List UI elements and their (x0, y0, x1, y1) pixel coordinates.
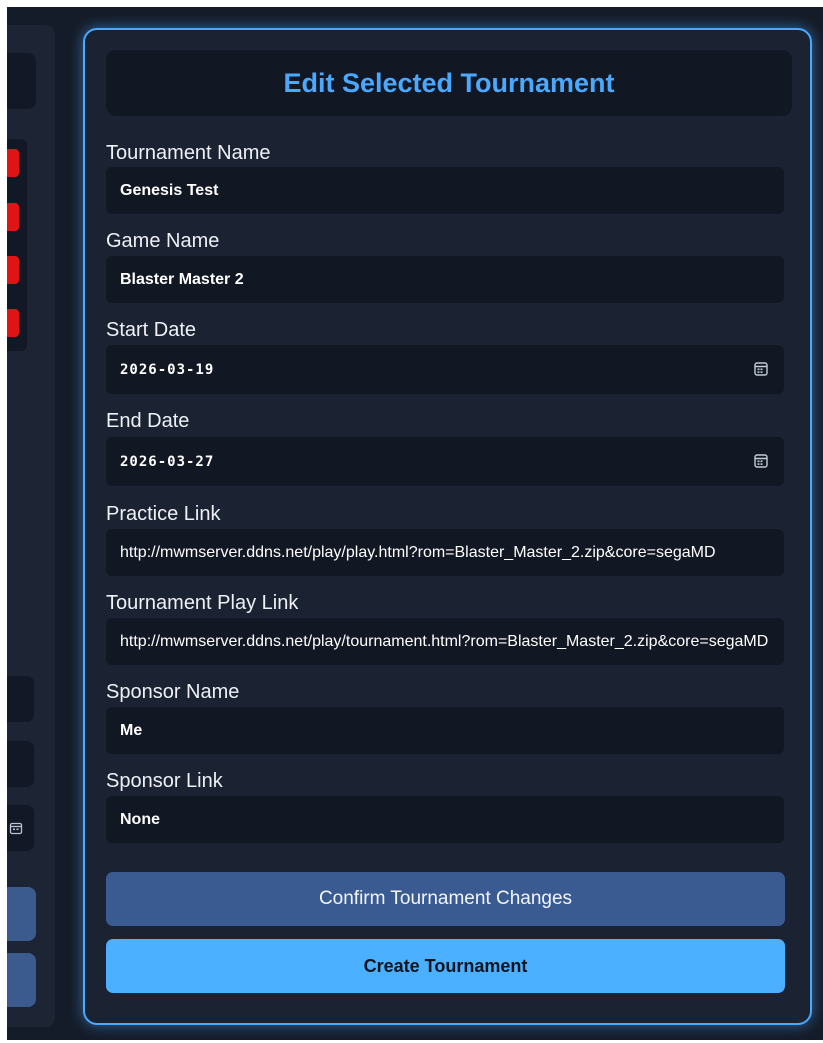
calendar-icon[interactable] (754, 453, 768, 468)
game-name-value: Blaster Master 2 (120, 270, 244, 288)
game-name-label: Game Name (106, 230, 220, 252)
sponsor-link-label: Sponsor Link (106, 770, 223, 792)
tournament-play-link-input[interactable]: http://mwmserver.ddns.net/play/tournamen… (106, 618, 784, 665)
list-panel-button[interactable] (7, 887, 36, 941)
sponsor-link-input[interactable]: None (106, 796, 784, 843)
confirm-changes-button[interactable]: Confirm Tournament Changes (106, 872, 785, 926)
end-date-label: End Date (106, 410, 190, 432)
sponsor-name-value: Me (120, 721, 143, 739)
practice-link-value: http://mwmserver.ddns.net/play/play.html… (120, 543, 716, 561)
game-name-input[interactable]: Blaster Master 2 (106, 256, 784, 303)
end-date-value: 2026-03-27 (120, 453, 215, 470)
tournament-name-input[interactable]: Genesis Test (106, 167, 784, 214)
practice-link-label: Practice Link (106, 503, 221, 525)
sponsor-link-value: None (120, 810, 160, 828)
tournament-list-panel (7, 25, 55, 1027)
list-panel-header (7, 53, 36, 109)
start-date-label: Start Date (106, 319, 197, 341)
create-form-input[interactable] (7, 676, 34, 722)
tournament-play-link-value: http://mwmserver.ddns.net/play/tournamen… (120, 632, 769, 650)
end-date-input[interactable]: 2026-03-27 (106, 437, 784, 486)
app-background: Edit Selected Tournament Tournament Name… (7, 7, 823, 1040)
create-form-date-input[interactable] (7, 805, 34, 851)
delete-button[interactable] (7, 309, 19, 337)
delete-button[interactable] (7, 203, 19, 231)
start-date-value: 2026-03-19 (120, 361, 215, 378)
list-panel-button[interactable] (7, 953, 36, 1007)
practice-link-input[interactable]: http://mwmserver.ddns.net/play/play.html… (106, 529, 784, 576)
page-title: Edit Selected Tournament (283, 67, 615, 98)
card-header: Edit Selected Tournament (106, 50, 792, 116)
edit-tournament-card: Edit Selected Tournament Tournament Name… (83, 28, 812, 1025)
delete-button[interactable] (7, 149, 19, 177)
tournament-play-link-label: Tournament Play Link (106, 592, 299, 614)
tournament-name-label: Tournament Name (106, 142, 271, 164)
sponsor-name-input[interactable]: Me (106, 707, 784, 754)
sponsor-name-label: Sponsor Name (106, 681, 240, 703)
create-form-input[interactable] (7, 741, 34, 787)
tournament-list (7, 139, 27, 351)
delete-button[interactable] (7, 256, 19, 284)
start-date-input[interactable]: 2026-03-19 (106, 345, 784, 394)
create-tournament-button[interactable]: Create Tournament (106, 939, 785, 993)
calendar-icon[interactable] (754, 361, 768, 376)
tournament-name-value: Genesis Test (120, 181, 219, 199)
calendar-icon[interactable] (9, 821, 23, 835)
